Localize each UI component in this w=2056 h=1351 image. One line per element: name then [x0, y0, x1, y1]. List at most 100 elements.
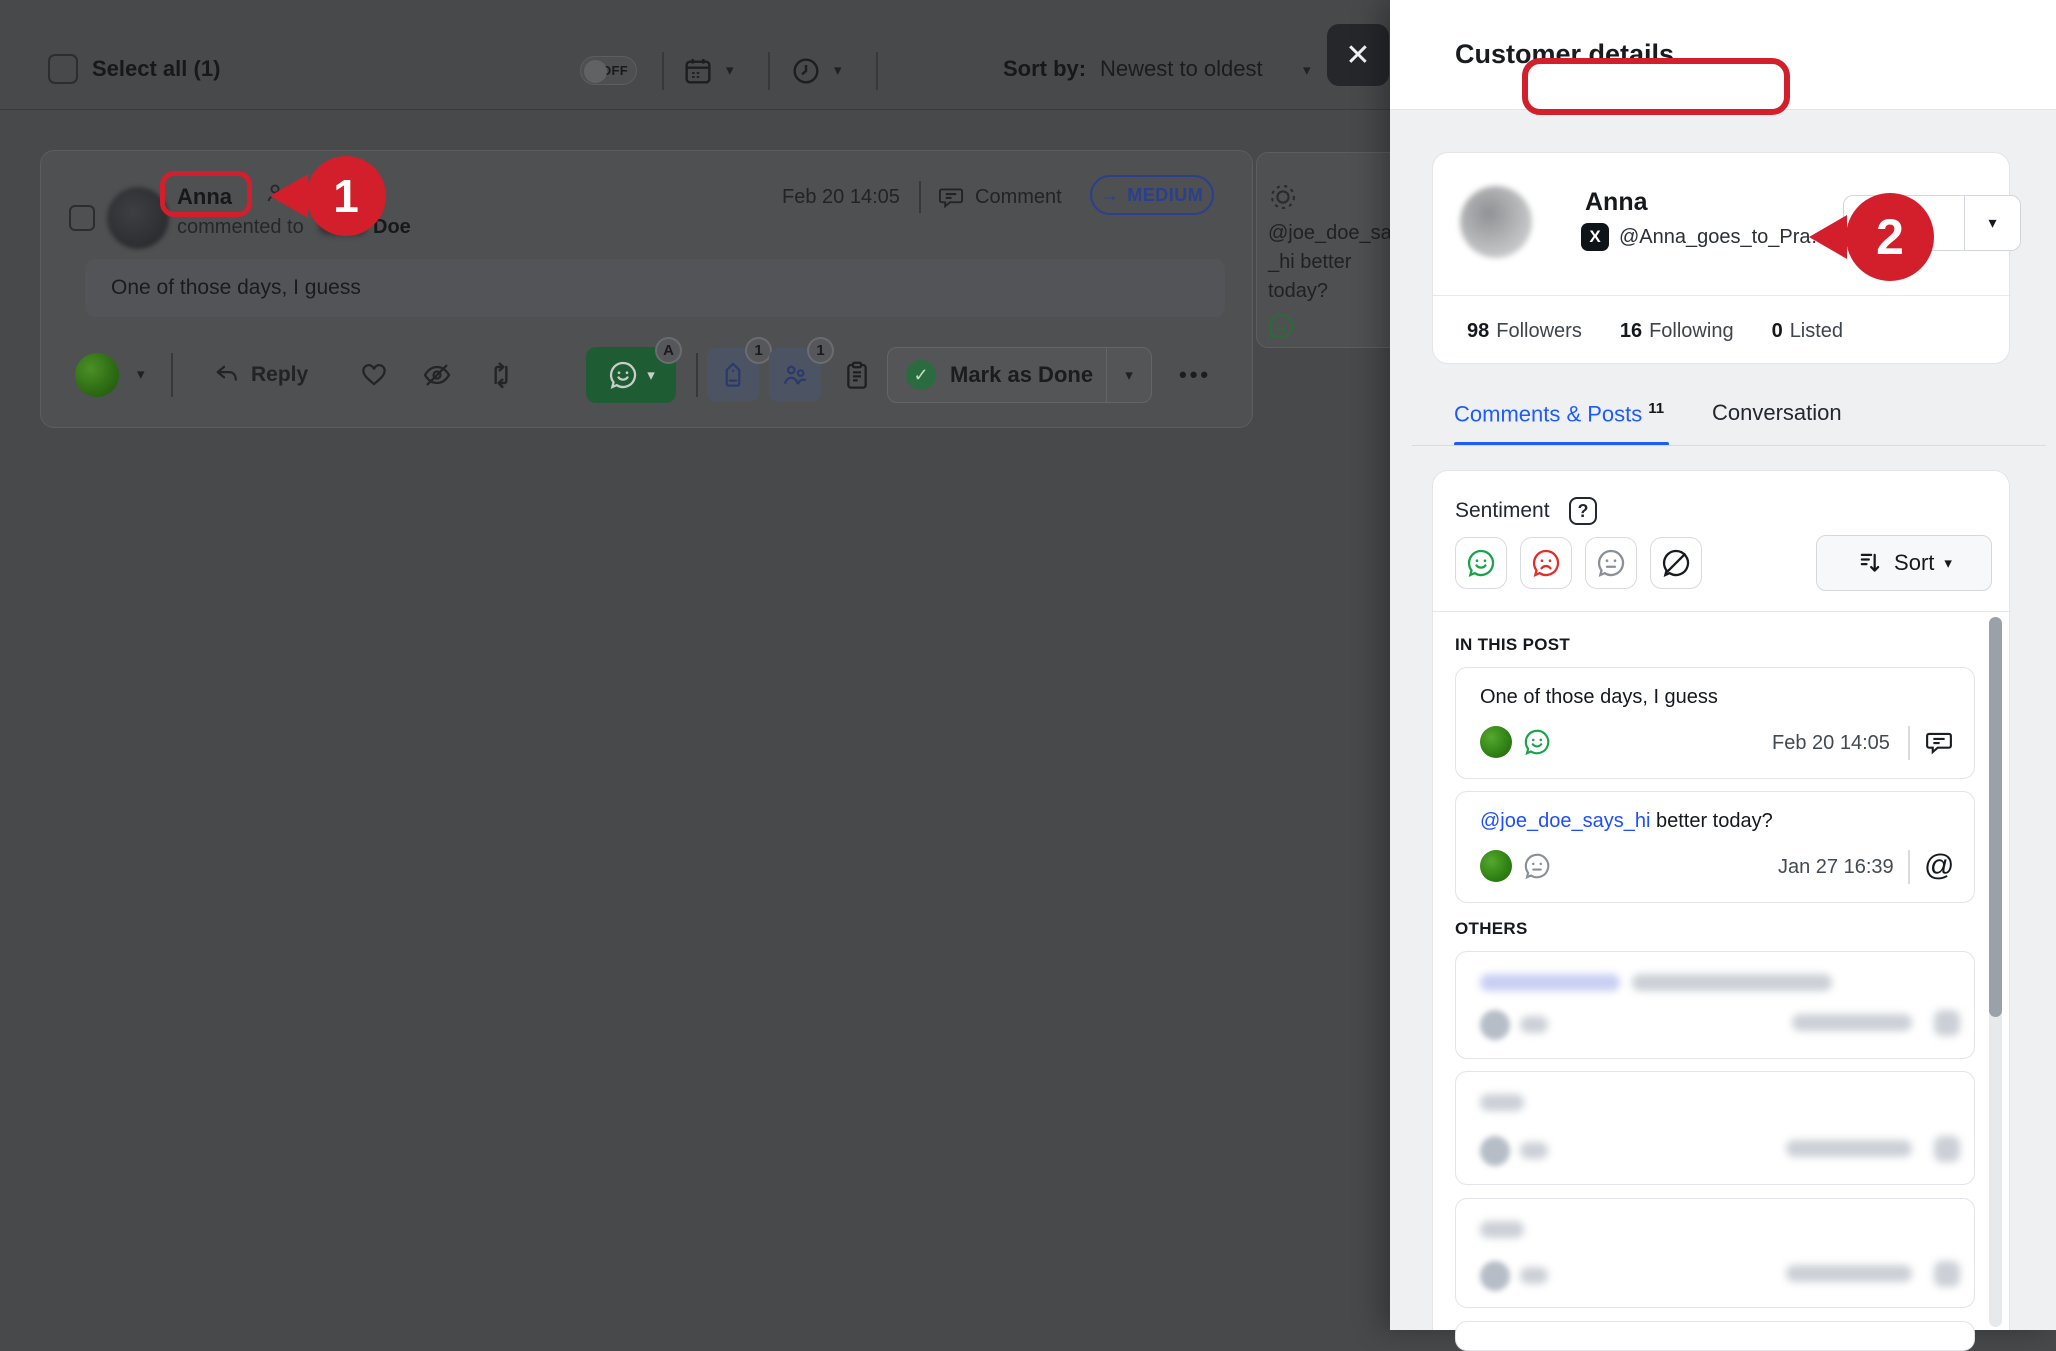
- select-all-checkbox[interactable]: [48, 54, 78, 84]
- sort-button[interactable]: Sort ▾: [1816, 535, 1992, 591]
- chevron-down-icon[interactable]: ▾: [1303, 63, 1311, 78]
- tutorial-marker-1: 1: [306, 156, 386, 236]
- sun-icon: [1267, 181, 1299, 213]
- sentiment-label: Sentiment: [1455, 497, 1550, 525]
- more-actions-button[interactable]: •••: [1179, 361, 1211, 389]
- action-line-prefix: commented to: [177, 215, 304, 239]
- divider: [1433, 295, 2011, 296]
- sort-label: Sort: [1894, 550, 1934, 576]
- team-icon: [780, 360, 810, 390]
- repost-button[interactable]: [485, 359, 517, 391]
- item-text: @joe_doe_says_hi better today?: [1480, 810, 1773, 833]
- priority-badge[interactable]: → MEDIUM: [1090, 175, 1214, 215]
- chevron-down-icon[interactable]: ▾: [834, 63, 842, 78]
- customer-name[interactable]: Anna: [1585, 187, 1648, 217]
- hide-button[interactable]: [421, 359, 453, 391]
- reply-button[interactable]: [213, 361, 241, 389]
- redacted-timestamp: [1792, 1014, 1912, 1031]
- followers-value: 98: [1467, 320, 1489, 342]
- redacted-timestamp: [1786, 1140, 1912, 1157]
- activity-card: Sentiment ?: [1432, 470, 2010, 1330]
- divider: [1433, 611, 2011, 612]
- tab-comments-posts[interactable]: Comments & Posts11: [1454, 400, 1664, 427]
- listed-stat: 0Listed: [1772, 320, 1844, 343]
- time-filter-button[interactable]: [790, 55, 822, 87]
- section-in-this-post: IN THIS POST: [1455, 635, 1570, 655]
- close-panel-button[interactable]: ✕: [1327, 24, 1389, 86]
- no-sentiment-icon: [1660, 547, 1692, 579]
- smiley-bubble-icon: [607, 359, 639, 391]
- chevron-down-icon: ▾: [1944, 556, 1952, 571]
- mark-as-done-button[interactable]: ✓ Mark as Done ▾: [887, 347, 1152, 403]
- calendar-filter-button[interactable]: [682, 55, 714, 87]
- reply-as-avatar[interactable]: [75, 353, 119, 397]
- item-text: One of those days, I guess: [1480, 686, 1718, 709]
- list-item[interactable]: @joe_doe_says_hi better today? Jan 27 16…: [1455, 791, 1975, 903]
- divider: [1908, 726, 1910, 760]
- redacted-icon: [1934, 1136, 1960, 1162]
- marker-tail: [1809, 215, 1847, 259]
- mention-link[interactable]: @joe_doe_says_hi: [1480, 810, 1650, 832]
- divider: [662, 52, 664, 90]
- arrow-right-icon: →: [1101, 185, 1120, 206]
- redacted-list-item[interactable]: [1455, 1071, 1975, 1185]
- avatar: [1480, 726, 1512, 758]
- heart-icon: [359, 359, 389, 389]
- clock-icon: [790, 55, 822, 87]
- filter-negative-button[interactable]: [1520, 537, 1572, 589]
- divider: [696, 353, 698, 397]
- divider: [1412, 445, 2046, 446]
- neutral-sentiment-icon: [1595, 547, 1627, 579]
- item-text-rest: better today?: [1650, 810, 1772, 832]
- marker-number: 2: [1876, 208, 1904, 266]
- avatar[interactable]: [1460, 186, 1532, 258]
- list-item[interactable]: One of those days, I guess Feb 20 14:05: [1455, 667, 1975, 779]
- chevron-down-icon[interactable]: ▾: [726, 63, 734, 78]
- negative-sentiment-icon: [1530, 547, 1562, 579]
- customer-handle[interactable]: @Anna_goes_to_Pra…: [1619, 223, 1831, 251]
- followers-stat: 98Followers: [1467, 320, 1582, 343]
- divider: [1908, 850, 1910, 884]
- reply-label[interactable]: Reply: [251, 361, 308, 389]
- listed-value: 0: [1772, 320, 1783, 342]
- feed-toolbar: Select all (1) OFF ▾: [0, 0, 1390, 110]
- tab-count: 11: [1648, 400, 1664, 417]
- divider: [171, 353, 173, 397]
- post-timestamp: Feb 20 14:05: [782, 183, 900, 211]
- redacted-text: [1480, 1094, 1524, 1111]
- filter-neutral-button[interactable]: [1585, 537, 1637, 589]
- item-timestamp: Feb 20 14:05: [1772, 728, 1890, 758]
- filter-no-sentiment-button[interactable]: [1650, 537, 1702, 589]
- scrollbar-thumb[interactable]: [1989, 617, 2002, 1017]
- neutral-sentiment-icon: [1522, 851, 1552, 881]
- chevron-down-icon[interactable]: ▾: [1107, 368, 1151, 383]
- highlight-rect-author: [160, 171, 252, 217]
- like-button[interactable]: [359, 359, 389, 389]
- positive-sentiment-icon: [1522, 727, 1552, 757]
- tab-label: Conversation: [1712, 400, 1842, 425]
- filter-positive-button[interactable]: [1455, 537, 1507, 589]
- chevron-down-icon[interactable]: ▾: [1964, 196, 2020, 250]
- comment-icon: [1924, 727, 1954, 757]
- x-logo-icon: X: [1581, 223, 1609, 251]
- peek-line: today?: [1268, 277, 1392, 306]
- item-timestamp: Jan 27 16:39: [1778, 852, 1894, 882]
- redacted-list-item[interactable]: [1455, 951, 1975, 1059]
- tab-conversation[interactable]: Conversation: [1712, 400, 1842, 426]
- marker-number: 1: [333, 169, 359, 223]
- post-checkbox[interactable]: [69, 205, 95, 231]
- notes-button[interactable]: [841, 359, 873, 391]
- repost-icon: [485, 359, 517, 391]
- divider: [768, 52, 770, 90]
- redacted-list-item[interactable]: [1455, 1198, 1975, 1308]
- help-icon[interactable]: ?: [1569, 497, 1597, 525]
- clipboard-icon: [841, 359, 873, 391]
- redacted-list-item[interactable]: [1455, 1321, 1975, 1351]
- section-others: OTHERS: [1455, 919, 1528, 939]
- auto-refresh-toggle[interactable]: OFF: [580, 56, 637, 85]
- auto-sentiment-badge: A: [655, 337, 682, 364]
- sort-by-value[interactable]: Newest to oldest: [1100, 54, 1263, 84]
- chevron-down-icon[interactable]: ▾: [137, 367, 145, 382]
- redacted-text: [1632, 974, 1832, 991]
- redacted-avatar: [1480, 1010, 1510, 1040]
